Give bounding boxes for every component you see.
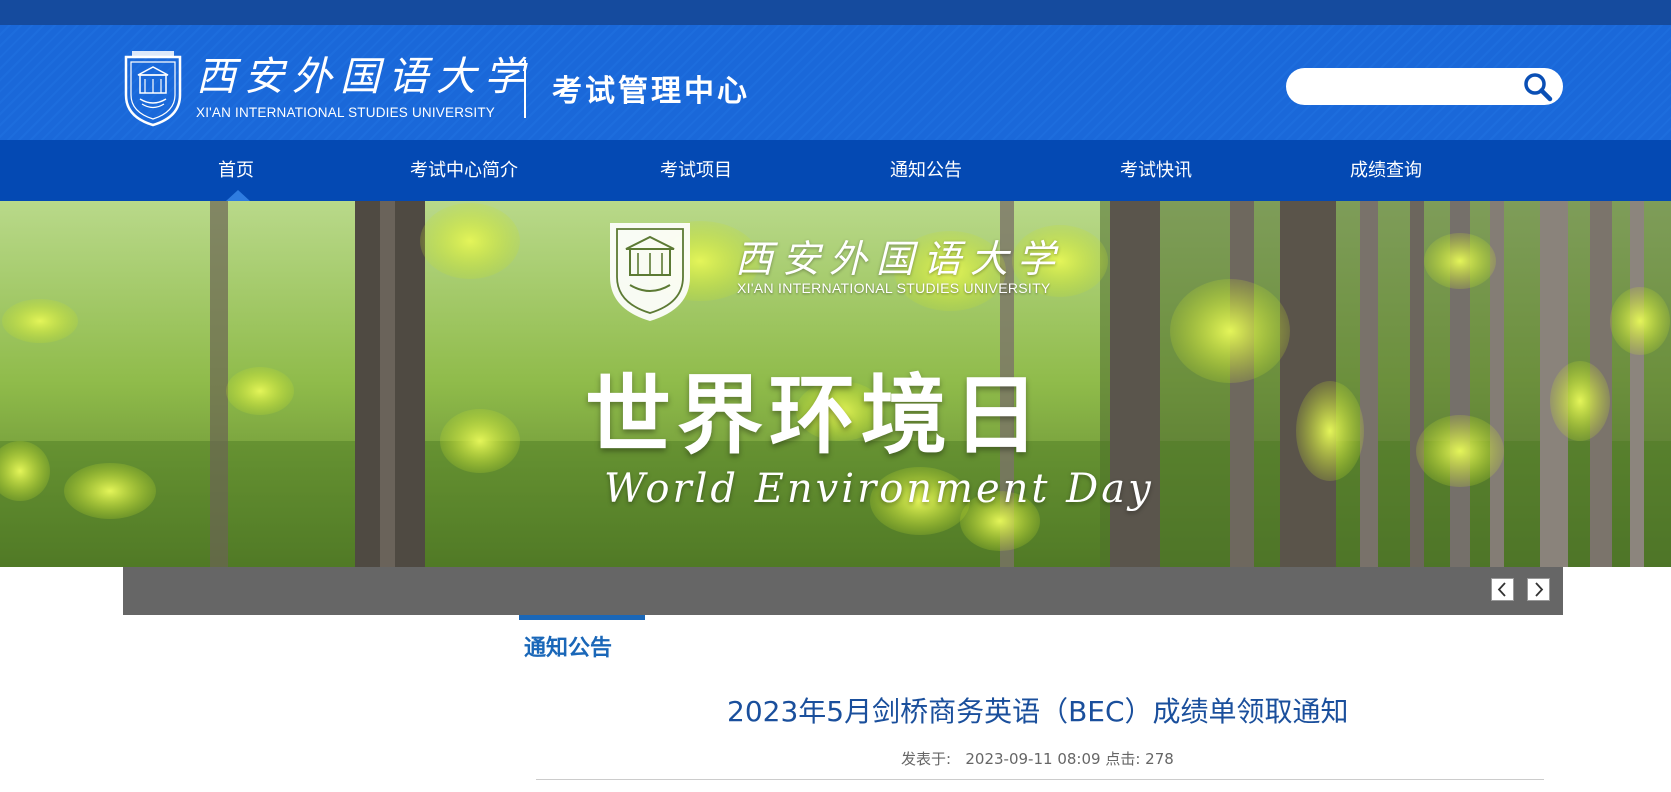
search-input[interactable] [1302,74,1516,100]
chevron-left-icon [1497,582,1506,597]
banner-university-cn: 西安外国语大学 [735,237,1065,281]
nav-item-about[interactable]: 考试中心简介 [410,140,518,201]
article-divider [536,779,1544,780]
article-title: 2023年5月剑桥商务英语（BEC）成绩单领取通知 [727,695,1349,728]
search-box [1286,68,1563,105]
nav-item-news[interactable]: 考试快讯 [1120,140,1192,201]
top-strip [0,0,1671,25]
logo-en-name: XI'AN INTERNATIONAL STUDIES UNIVERSITY [196,105,495,120]
nav-item-scores[interactable]: 成绩查询 [1350,140,1422,201]
logo-cn-name: 西安外国语大学 [196,54,532,100]
nav-item-notices[interactable]: 通知公告 [890,140,962,201]
section-title: 通知公告 [524,636,613,661]
chevron-right-icon [1535,582,1544,597]
published-label: 发表于: [901,750,952,768]
clicks-label: 点击: [1105,750,1141,768]
banner-university-en: XI'AN INTERNATIONAL STUDIES UNIVERSITY [737,280,1051,296]
logo-divider [524,60,526,118]
slider-prev-button[interactable] [1491,578,1514,601]
banner-seal-icon [606,213,694,325]
slider-next-button[interactable] [1527,578,1550,601]
search-icon [1524,73,1553,102]
logo-text: 西安外国语大学 XI'AN INTERNATIONAL STUDIES UNIV… [196,54,532,122]
section-accent-bar [519,615,645,620]
banner-headline: 世界环境日 [585,365,1045,466]
slider-caption-bar [123,567,1563,615]
banner-subtitle: World Environment Day [604,466,1154,512]
nav-active-indicator [226,190,250,201]
site-title: 考试管理中心 [552,74,750,109]
published-date: 2023-09-11 08:09 [965,750,1101,768]
article-meta: 发表于: 2023-09-11 08:09 点击: 278 [901,748,1174,769]
clicks-count: 278 [1145,750,1174,768]
nav-item-exams[interactable]: 考试项目 [660,140,732,201]
university-logo[interactable]: 西安外国语大学 XI'AN INTERNATIONAL STUDIES UNIV… [122,48,532,128]
university-seal-icon [122,49,184,127]
search-button[interactable] [1522,71,1554,103]
